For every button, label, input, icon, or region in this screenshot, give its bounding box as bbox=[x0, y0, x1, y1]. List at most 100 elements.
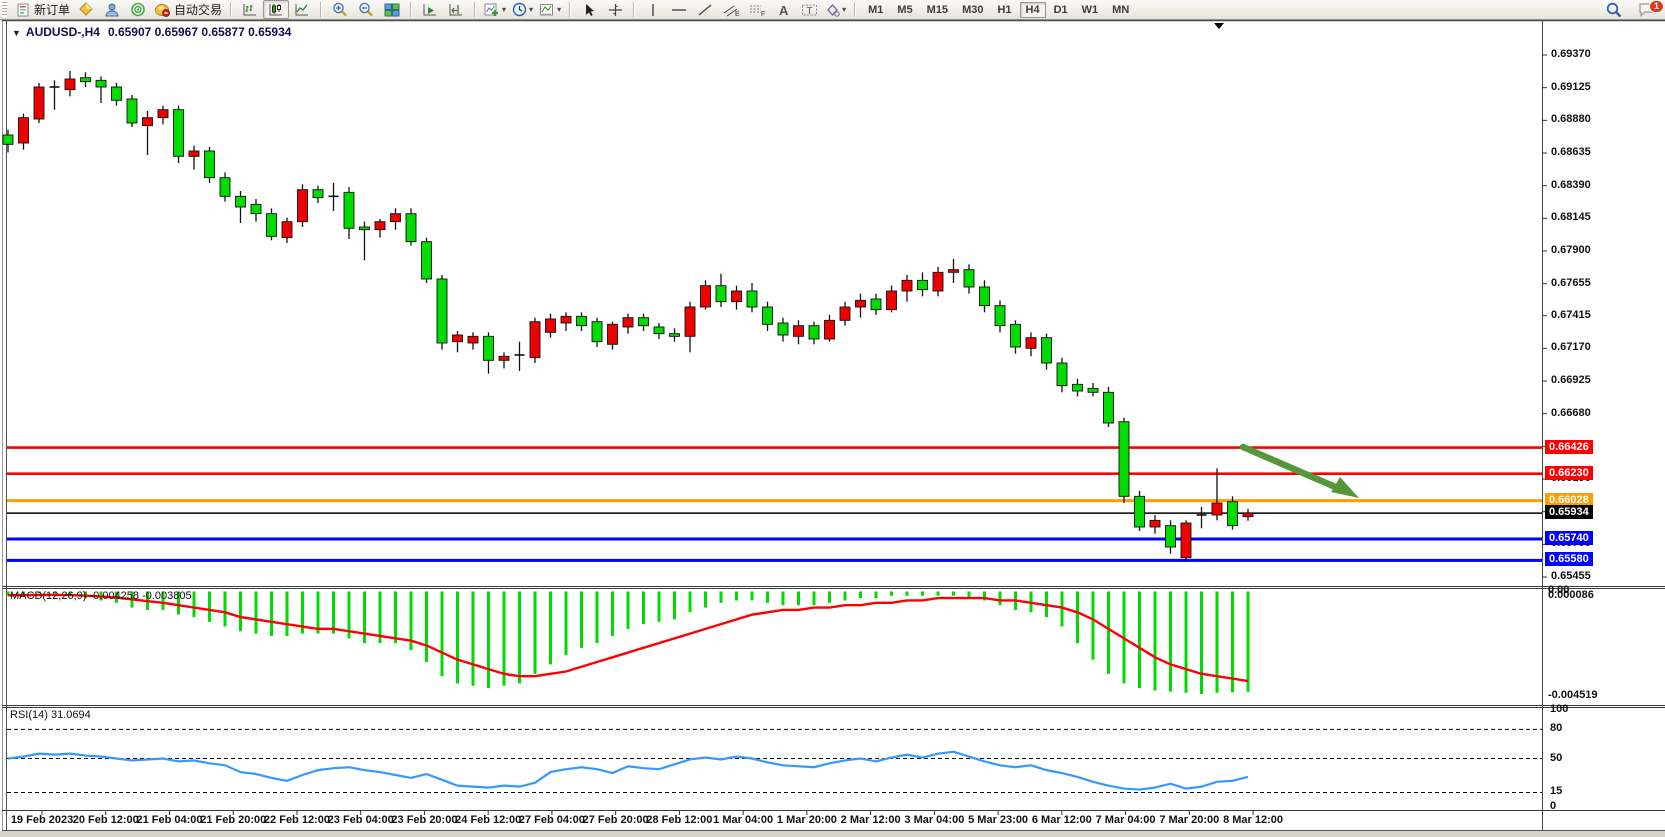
community-button[interactable] bbox=[99, 0, 125, 19]
crosshair-icon bbox=[608, 3, 623, 17]
price-level-badge: 0.66426 bbox=[1545, 440, 1593, 454]
vertical-line-button[interactable] bbox=[640, 0, 666, 19]
period-button[interactable]: ▾ bbox=[509, 0, 536, 19]
line-chart-button[interactable] bbox=[289, 0, 315, 19]
rsi-tick-label: 50 bbox=[1550, 752, 1562, 764]
horizontal-line-icon bbox=[671, 3, 687, 17]
zoom-out-icon bbox=[358, 2, 374, 17]
time-tick-label: 21 Feb 20:00 bbox=[200, 814, 266, 826]
trendline-button[interactable] bbox=[692, 0, 718, 19]
fibonacci-button[interactable]: F bbox=[744, 0, 770, 19]
price-tick-label: 0.68880 bbox=[1551, 113, 1591, 125]
new-order-button[interactable]: 新订单 bbox=[13, 0, 73, 19]
svg-text:T: T bbox=[806, 6, 812, 17]
tile-windows-button[interactable] bbox=[379, 0, 405, 19]
price-tick-label: 0.69125 bbox=[1551, 81, 1591, 93]
text-button[interactable]: A bbox=[770, 0, 796, 19]
time-tick-label: 28 Feb 12:00 bbox=[646, 814, 712, 826]
macd-label: MACD(12,26,9) -0.004258 -0.003805 bbox=[10, 590, 192, 602]
timeframe-button-M1[interactable]: M1 bbox=[862, 2, 889, 18]
time-tick-label: 6 Mar 12:00 bbox=[1032, 814, 1092, 826]
template-icon bbox=[539, 3, 555, 17]
search-button[interactable] bbox=[1601, 0, 1627, 19]
zoom-in-icon bbox=[332, 2, 348, 17]
timeframe-button-D1[interactable]: D1 bbox=[1048, 2, 1074, 18]
vertical-line-icon bbox=[648, 3, 658, 17]
auto-scroll-button[interactable] bbox=[417, 0, 443, 19]
timeframe-button-H4[interactable]: H4 bbox=[1020, 2, 1046, 18]
autotrade-button[interactable]: 自动交易 bbox=[151, 0, 225, 19]
svg-text:A: A bbox=[779, 3, 789, 17]
bar-chart-button[interactable] bbox=[237, 0, 263, 19]
notifications-button[interactable]: 1 bbox=[1633, 0, 1659, 19]
rsi-tick-label: 80 bbox=[1550, 722, 1562, 734]
indicators-icon bbox=[484, 3, 500, 17]
signal-button[interactable] bbox=[125, 0, 151, 19]
price-tick-label: 0.67655 bbox=[1551, 277, 1591, 289]
chart-shift-button[interactable] bbox=[443, 0, 469, 19]
macd-main-value: -0.004258 bbox=[89, 590, 139, 602]
text-label-button[interactable]: T bbox=[796, 0, 822, 19]
time-tick-label: 3 Mar 04:00 bbox=[904, 814, 964, 826]
price-tick-label: 0.69370 bbox=[1551, 48, 1591, 60]
toolbar-separator bbox=[320, 2, 322, 17]
price-chart-pane[interactable] bbox=[7, 22, 1542, 585]
template-button[interactable]: ▾ bbox=[536, 0, 564, 19]
rsi-pane[interactable] bbox=[7, 708, 1542, 809]
svg-text:E: E bbox=[735, 11, 740, 17]
candlestick-chart-button[interactable] bbox=[263, 0, 289, 19]
time-tick-label: 7 Mar 04:00 bbox=[1096, 814, 1156, 826]
rsi-label: RSI(14) 31.0694 bbox=[10, 709, 91, 721]
timeframe-button-W1[interactable]: W1 bbox=[1076, 2, 1105, 18]
horizontal-line-button[interactable] bbox=[666, 0, 692, 19]
timeframe-button-H1[interactable]: H1 bbox=[991, 2, 1017, 18]
chart-collapse-icon[interactable]: ▼ bbox=[12, 28, 21, 38]
rsi-tick-label: 15 bbox=[1550, 785, 1562, 797]
price-tick-label: 0.68635 bbox=[1551, 146, 1591, 158]
shapes-caret-icon: ▾ bbox=[842, 5, 846, 14]
time-tick-label: 20 Feb 12:00 bbox=[73, 814, 139, 826]
terminal-window: { "toolbar": { "new_order_label": "新订单",… bbox=[0, 0, 1665, 837]
toolbar-separator bbox=[474, 2, 476, 17]
channel-button[interactable]: E bbox=[718, 0, 744, 19]
zoom-out-button[interactable] bbox=[353, 0, 379, 19]
chart-symbol: AUDUSD-,H4 bbox=[26, 25, 100, 39]
timeframe-group: M1M5M15M30H1H4D1W1MN bbox=[858, 0, 1139, 19]
new-order-label: 新订单 bbox=[34, 1, 70, 18]
macd-axis-min: -0.004519 bbox=[1548, 689, 1598, 701]
price-tick-label: 0.65455 bbox=[1551, 570, 1591, 582]
price-level-badge: 0.66230 bbox=[1545, 466, 1593, 480]
price-tick-label: 0.68390 bbox=[1551, 179, 1591, 191]
time-tick-label: 7 Mar 20:00 bbox=[1159, 814, 1219, 826]
indicators-button[interactable]: ▾ bbox=[481, 0, 509, 19]
price-tick-label: 0.67415 bbox=[1551, 309, 1591, 321]
main-toolbar: 新订单 bbox=[0, 0, 1665, 20]
toolbar-separator bbox=[410, 2, 412, 17]
time-tick-label: 24 Feb 12:00 bbox=[455, 814, 521, 826]
timeframe-button-M15[interactable]: M15 bbox=[921, 2, 954, 18]
macd-signal-value: -0.003805 bbox=[142, 590, 192, 602]
cursor-button[interactable] bbox=[576, 0, 602, 19]
timeframe-button-M5[interactable]: M5 bbox=[891, 2, 918, 18]
market-button[interactable] bbox=[73, 0, 99, 19]
crosshair-button[interactable] bbox=[602, 0, 628, 19]
time-tick-label: 22 Feb 12:00 bbox=[264, 814, 330, 826]
chart-title: ▼AUDUSD-,H40.65907 0.65967 0.65877 0.659… bbox=[12, 25, 291, 39]
rsi-name: RSI(14) bbox=[10, 709, 48, 721]
search-icon bbox=[1606, 2, 1622, 18]
toolbar-separator bbox=[569, 2, 571, 17]
signal-icon bbox=[130, 2, 146, 17]
notification-badge: 1 bbox=[1649, 0, 1664, 13]
zoom-in-button[interactable] bbox=[327, 0, 353, 19]
cursor-icon bbox=[583, 3, 596, 17]
shapes-button[interactable]: ▾ bbox=[822, 0, 849, 19]
toolbar-separator bbox=[230, 2, 232, 17]
toolbar-grip[interactable] bbox=[2, 2, 7, 17]
macd-name: MACD(12,26,9) bbox=[10, 590, 86, 602]
timeframe-button-M30[interactable]: M30 bbox=[956, 2, 989, 18]
price-tick-label: 0.66680 bbox=[1551, 407, 1591, 419]
macd-pane[interactable] bbox=[7, 589, 1542, 704]
text-label-icon: T bbox=[801, 3, 818, 17]
timeframe-button-MN[interactable]: MN bbox=[1106, 2, 1135, 18]
time-tick-label: 1 Mar 20:00 bbox=[777, 814, 837, 826]
